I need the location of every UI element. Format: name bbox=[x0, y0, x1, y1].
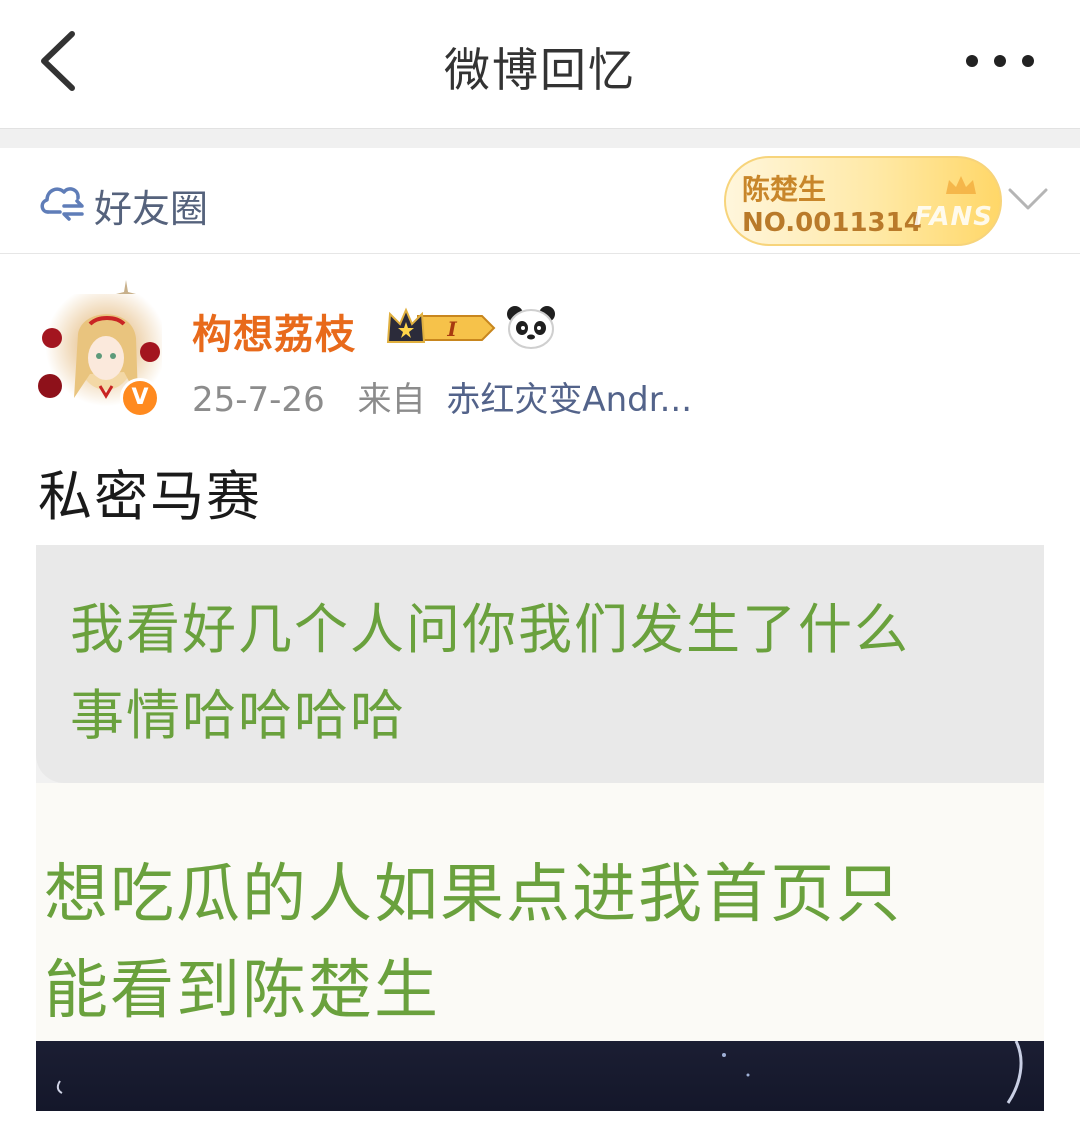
post-meta: 25-7-26 来自 赤红灾变Andr... bbox=[192, 372, 692, 421]
panda-icon bbox=[507, 306, 555, 349]
fans-badge-word: FANS bbox=[914, 202, 994, 232]
vip-badge[interactable]: I bbox=[384, 306, 498, 350]
image-text-line: 我看好几个人问你我们发生了什么 bbox=[70, 598, 910, 661]
image-text-line: 能看到陈楚生 bbox=[44, 954, 440, 1028]
image-dark-area bbox=[36, 1040, 1044, 1111]
fans-badge-number: NO.0011314 bbox=[742, 208, 922, 238]
verified-badge: V bbox=[120, 378, 160, 418]
username[interactable]: 构想荔枝 bbox=[192, 302, 356, 360]
visibility-label[interactable]: 好友圈 bbox=[94, 178, 208, 233]
panda-badge bbox=[506, 304, 556, 350]
visibility-selector[interactable] bbox=[38, 178, 86, 224]
fans-badge-name: 陈楚生 bbox=[742, 173, 827, 206]
svg-text:I: I bbox=[446, 317, 457, 341]
friends-circle-icon bbox=[40, 187, 84, 221]
more-dots-icon bbox=[966, 55, 1034, 67]
image-text-line: 事情哈哈哈哈 bbox=[70, 684, 406, 747]
expand-button[interactable] bbox=[1006, 184, 1050, 214]
post-source[interactable]: 赤红灾变Andr... bbox=[446, 380, 692, 420]
page-title: 微博回忆 bbox=[444, 43, 636, 97]
more-button[interactable] bbox=[964, 44, 1040, 78]
chevron-down-icon bbox=[1008, 188, 1048, 210]
post-from-label: 来自 bbox=[357, 380, 426, 420]
post-date: 25-7-26 bbox=[192, 380, 325, 420]
image-text-line: 想吃瓜的人如果点进我首页只 bbox=[44, 858, 902, 932]
visibility-row: 好友圈 陈楚生 NO.0011314 FANS bbox=[0, 148, 1080, 254]
post-image[interactable]: 我看好几个人问你我们发生了什么 事情哈哈哈哈 想吃瓜的人如果点进我首页只 能看到… bbox=[36, 545, 1044, 1111]
nav-bar: 微博回忆 bbox=[0, 0, 1080, 128]
crown-icon bbox=[946, 176, 976, 194]
post-text: 私密马赛 bbox=[38, 465, 262, 528]
vip-crown-badge-icon: I bbox=[386, 307, 496, 343]
night-scene-icon bbox=[56, 1040, 1023, 1104]
avatar[interactable]: V bbox=[38, 280, 162, 418]
section-divider bbox=[0, 128, 1080, 148]
fans-badge[interactable]: 陈楚生 NO.0011314 FANS bbox=[724, 156, 1002, 246]
